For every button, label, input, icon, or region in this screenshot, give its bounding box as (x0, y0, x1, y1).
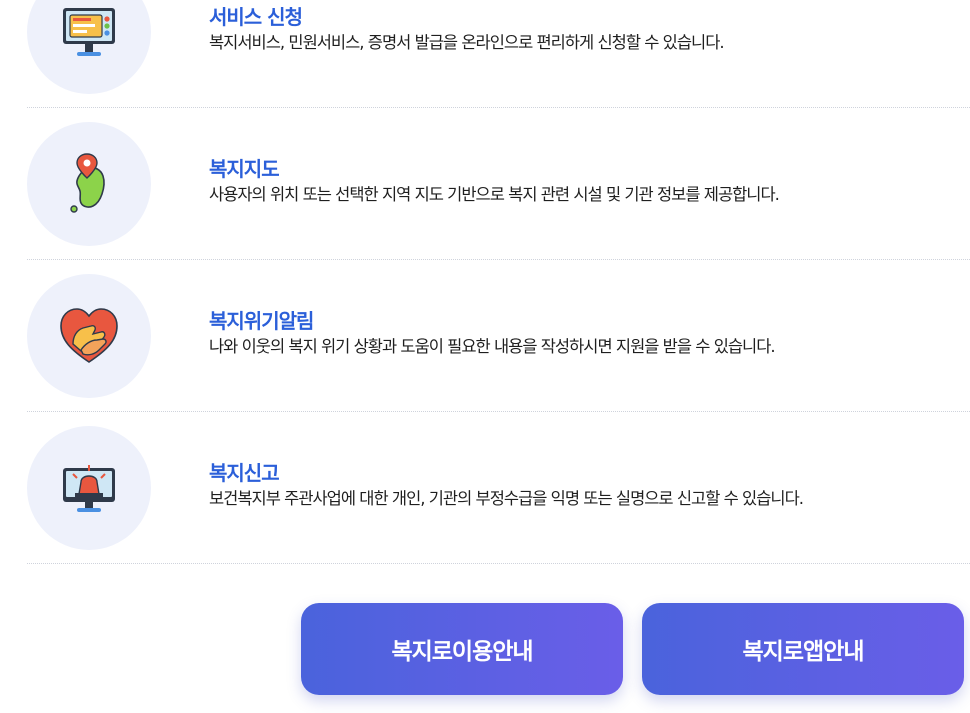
service-item-crisis-alert[interactable]: 복지위기알림 나와 이웃의 복지 위기 상황과 도움이 필요한 내용을 작성하시… (27, 260, 970, 412)
service-item-welfare-map[interactable]: 복지지도 사용자의 위치 또는 선택한 지역 지도 기반으로 복지 관련 시설 … (27, 108, 970, 260)
service-icon-bg (27, 274, 151, 398)
app-guide-button[interactable]: 복지로앱안내 (642, 603, 964, 695)
korea-map-pin-icon (70, 153, 105, 213)
usage-guide-button[interactable]: 복지로이용안내 (301, 603, 623, 695)
service-description: 복지서비스, 민원서비스, 증명서 발급을 온라인으로 편리하게 신청할 수 있… (209, 33, 725, 52)
service-description: 나와 이웃의 복지 위기 상황과 도움이 필요한 내용을 작성하시면 지원을 받… (209, 337, 776, 356)
service-title[interactable]: 복지지도 (209, 156, 970, 182)
service-icon-bg (27, 426, 151, 550)
service-icon-bg (27, 122, 151, 246)
service-item-report[interactable]: 복지신고 보건복지부 주관사업에 대한 개인, 기관의 부정수급을 익명 또는 … (27, 412, 970, 564)
service-icon-bg (27, 0, 151, 94)
service-description: 사용자의 위치 또는 선택한 지역 지도 기반으로 복지 관련 시설 및 기관 … (209, 185, 780, 204)
service-title[interactable]: 복지신고 (209, 460, 970, 486)
service-text: 복지신고 보건복지부 주관사업에 대한 개인, 기관의 부정수급을 익명 또는 … (209, 460, 970, 512)
service-description: 보건복지부 주관사업에 대한 개인, 기관의 부정수급을 익명 또는 실명으로 … (209, 489, 804, 508)
service-list: 서비스 신청 복지서비스, 민원서비스, 증명서 발급을 온라인으로 편리하게 … (27, 0, 970, 564)
guide-buttons: 복지로이용안내 복지로앱안내 (301, 603, 964, 695)
application-monitor-icon (63, 8, 115, 56)
service-text: 복지위기알림 나와 이웃의 복지 위기 상황과 도움이 필요한 내용을 작성하시… (209, 308, 970, 360)
service-title[interactable]: 서비스 신청 (209, 4, 970, 30)
siren-monitor-icon (63, 465, 115, 512)
service-item-application[interactable]: 서비스 신청 복지서비스, 민원서비스, 증명서 발급을 온라인으로 편리하게 … (27, 0, 970, 108)
page: 서비스 신청 복지서비스, 민원서비스, 증명서 발급을 온라인으로 편리하게 … (0, 0, 970, 713)
service-text: 복지지도 사용자의 위치 또는 선택한 지역 지도 기반으로 복지 관련 시설 … (209, 156, 970, 208)
heart-hands-icon (60, 308, 118, 363)
service-title[interactable]: 복지위기알림 (209, 308, 970, 334)
service-text: 서비스 신청 복지서비스, 민원서비스, 증명서 발급을 온라인으로 편리하게 … (209, 4, 970, 56)
